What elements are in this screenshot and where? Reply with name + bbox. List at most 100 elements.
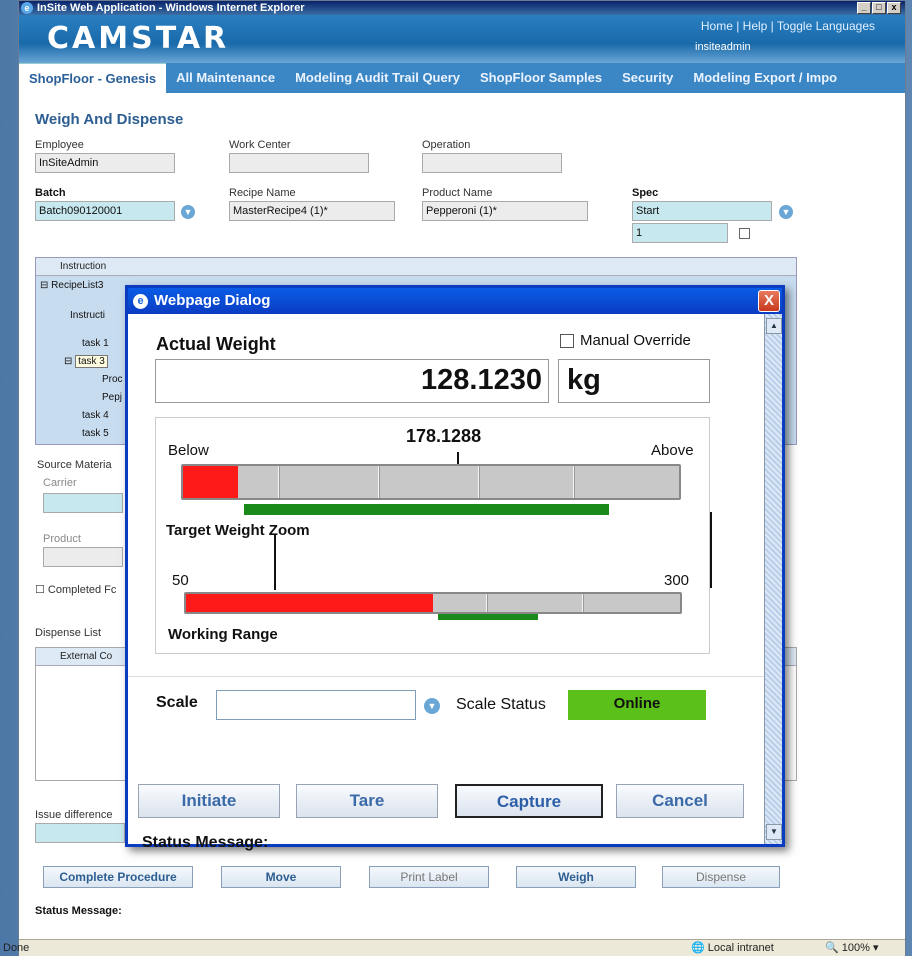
carrier-field[interactable] [43, 493, 123, 513]
spec-field[interactable]: Start [632, 201, 772, 221]
manual-override-label: Manual Override [580, 332, 691, 349]
product-field[interactable]: Pepperoni (1)* [422, 201, 588, 221]
app-header: CAMSTAR Home | Help | Toggle Languages i… [19, 15, 905, 63]
workcenter-field[interactable] [229, 153, 369, 173]
manual-override-checkbox[interactable] [560, 334, 574, 348]
operation-label: Operation [422, 139, 471, 151]
tab-all-maintenance[interactable]: All Maintenance [166, 63, 285, 93]
minimize-button[interactable]: _ [857, 2, 871, 14]
tab-security[interactable]: Security [612, 63, 683, 93]
cancel-button[interactable]: Cancel [616, 784, 744, 818]
scroll-down-icon[interactable]: ▼ [766, 824, 782, 840]
zoom-gauge-fill [183, 466, 238, 498]
actual-weight-label: Actual Weight [156, 334, 276, 354]
tab-shopfloor-genesis[interactable]: ShopFloor - Genesis [19, 63, 167, 93]
product2-label: Product [43, 533, 81, 545]
unit-display: kg [558, 359, 710, 403]
target-weight-zoom-label: Target Weight Zoom [166, 522, 310, 539]
grid-row-recipelist[interactable]: ⊟ RecipeList3 [40, 280, 103, 291]
issue-difference-label: Issue difference [35, 809, 113, 821]
zoom-gauge-bar [181, 464, 681, 500]
gauges-panel: 178.1288 Below Above Target Weight Zoom … [155, 417, 712, 654]
working-range-bar [184, 592, 682, 614]
batch-dropdown-icon[interactable]: ▼ [181, 205, 195, 219]
dialog-scrollbar[interactable]: ▲ ▼ [764, 314, 782, 844]
workcenter-label: Work Center [229, 139, 291, 151]
scale-dropdown-icon[interactable]: ▼ [424, 698, 440, 714]
batch-field[interactable]: Batch090120001 [35, 201, 175, 221]
working-range-fill [186, 594, 433, 612]
spec-rev-checkbox[interactable] [739, 228, 750, 239]
initiate-button[interactable]: Initiate [138, 784, 280, 818]
webpage-dialog: e Webpage Dialog X Actual Weight Manual … [125, 285, 785, 851]
scale-status-label: Scale Status [456, 696, 546, 713]
spec-label: Spec [632, 187, 659, 199]
range-edge-marker [710, 512, 712, 588]
window-title: InSite Web Application - Windows Interne… [37, 2, 305, 14]
employee-label: Employee [35, 139, 84, 151]
target-weight-value: 178.1288 [406, 426, 482, 446]
grid-row-task3[interactable]: ⊟ task 3 [64, 355, 108, 368]
working-range-label: Working Range [168, 626, 278, 643]
zoom-tolerance-band [244, 504, 609, 515]
employee-field[interactable]: InSiteAdmin [35, 153, 175, 173]
grid-row-pep[interactable]: Pepj [102, 392, 122, 403]
tab-shopfloor-samples[interactable]: ShopFloor Samples [470, 63, 612, 93]
dialog-status-label: Status Message: [142, 834, 269, 851]
grid-row-task1[interactable]: task 1 [82, 338, 109, 349]
dialog-body: Actual Weight Manual Override 128.1230 k… [128, 314, 764, 851]
dialog-titlebar: e Webpage Dialog [128, 288, 782, 314]
complete-procedure-button[interactable]: Complete Procedure [43, 866, 193, 888]
grid-row-instruction: Instructi [70, 310, 106, 321]
main-tabs: ShopFloor - Genesis All Maintenance Mode… [19, 63, 905, 93]
dispense-button[interactable]: Dispense [662, 866, 780, 888]
maximize-button[interactable]: □ [872, 2, 886, 14]
tab-modeling-audit[interactable]: Modeling Audit Trail Query [285, 63, 470, 93]
weigh-button[interactable]: Weigh [516, 866, 636, 888]
actual-weight-marker [274, 534, 276, 590]
scale-status-badge: Online [568, 690, 706, 720]
product2-field[interactable] [43, 547, 123, 567]
operation-field[interactable] [422, 153, 562, 173]
dialog-title: Webpage Dialog [154, 292, 271, 309]
grid-row-task4[interactable]: task 4 [82, 410, 109, 421]
camstar-logo: CAMSTAR [47, 21, 230, 56]
spec-revision-field[interactable]: 1 [632, 223, 728, 243]
grid-row-task5[interactable]: task 5 [82, 428, 109, 439]
header-links[interactable]: Home | Help | Toggle Languages [701, 19, 875, 33]
actual-weight-display: 128.1230 [155, 359, 549, 403]
ie-icon: e [21, 2, 33, 14]
dialog-close-button[interactable]: X [758, 290, 780, 312]
source-material-label: Source Materia [37, 459, 112, 471]
capture-button[interactable]: Capture [455, 784, 603, 818]
below-label: Below [168, 442, 209, 459]
scale-label: Scale [156, 694, 198, 711]
page-title: Weigh And Dispense [35, 111, 184, 128]
scroll-up-icon[interactable]: ▲ [766, 318, 782, 334]
browser-status-bar: Done 🌐 Local intranet 🔍 100% ▾ [3, 939, 905, 956]
scale-input[interactable] [216, 690, 416, 720]
tab-modeling-export[interactable]: Modeling Export / Impo [683, 63, 847, 93]
spec-dropdown-icon[interactable]: ▼ [779, 205, 793, 219]
issue-difference-field[interactable] [35, 823, 125, 843]
zoom-level[interactable]: 🔍 100% ▾ [825, 940, 878, 956]
tare-button[interactable]: Tare [296, 784, 438, 818]
page-status-label: Status Message: [35, 905, 122, 917]
window-close-button[interactable]: x [887, 2, 901, 14]
divider [128, 676, 764, 677]
product-label: Product Name [422, 187, 493, 199]
range-min-label: 50 [172, 572, 189, 589]
print-label-button[interactable]: Print Label [369, 866, 489, 888]
carrier-label: Carrier [43, 477, 77, 489]
target-marker [457, 452, 459, 464]
batch-label: Batch [35, 187, 66, 199]
move-button[interactable]: Move [221, 866, 341, 888]
ie-icon: e [133, 294, 148, 309]
range-tolerance-band [438, 614, 538, 620]
current-user: insiteadmin [695, 41, 751, 53]
zone-label: 🌐 Local intranet [691, 942, 774, 954]
window-titlebar: e InSite Web Application - Windows Inter… [19, 1, 905, 15]
recipe-field[interactable]: MasterRecipe4 (1)* [229, 201, 395, 221]
dispense-list-label: Dispense List [35, 627, 102, 639]
grid-row-proc[interactable]: Proc [102, 374, 123, 385]
